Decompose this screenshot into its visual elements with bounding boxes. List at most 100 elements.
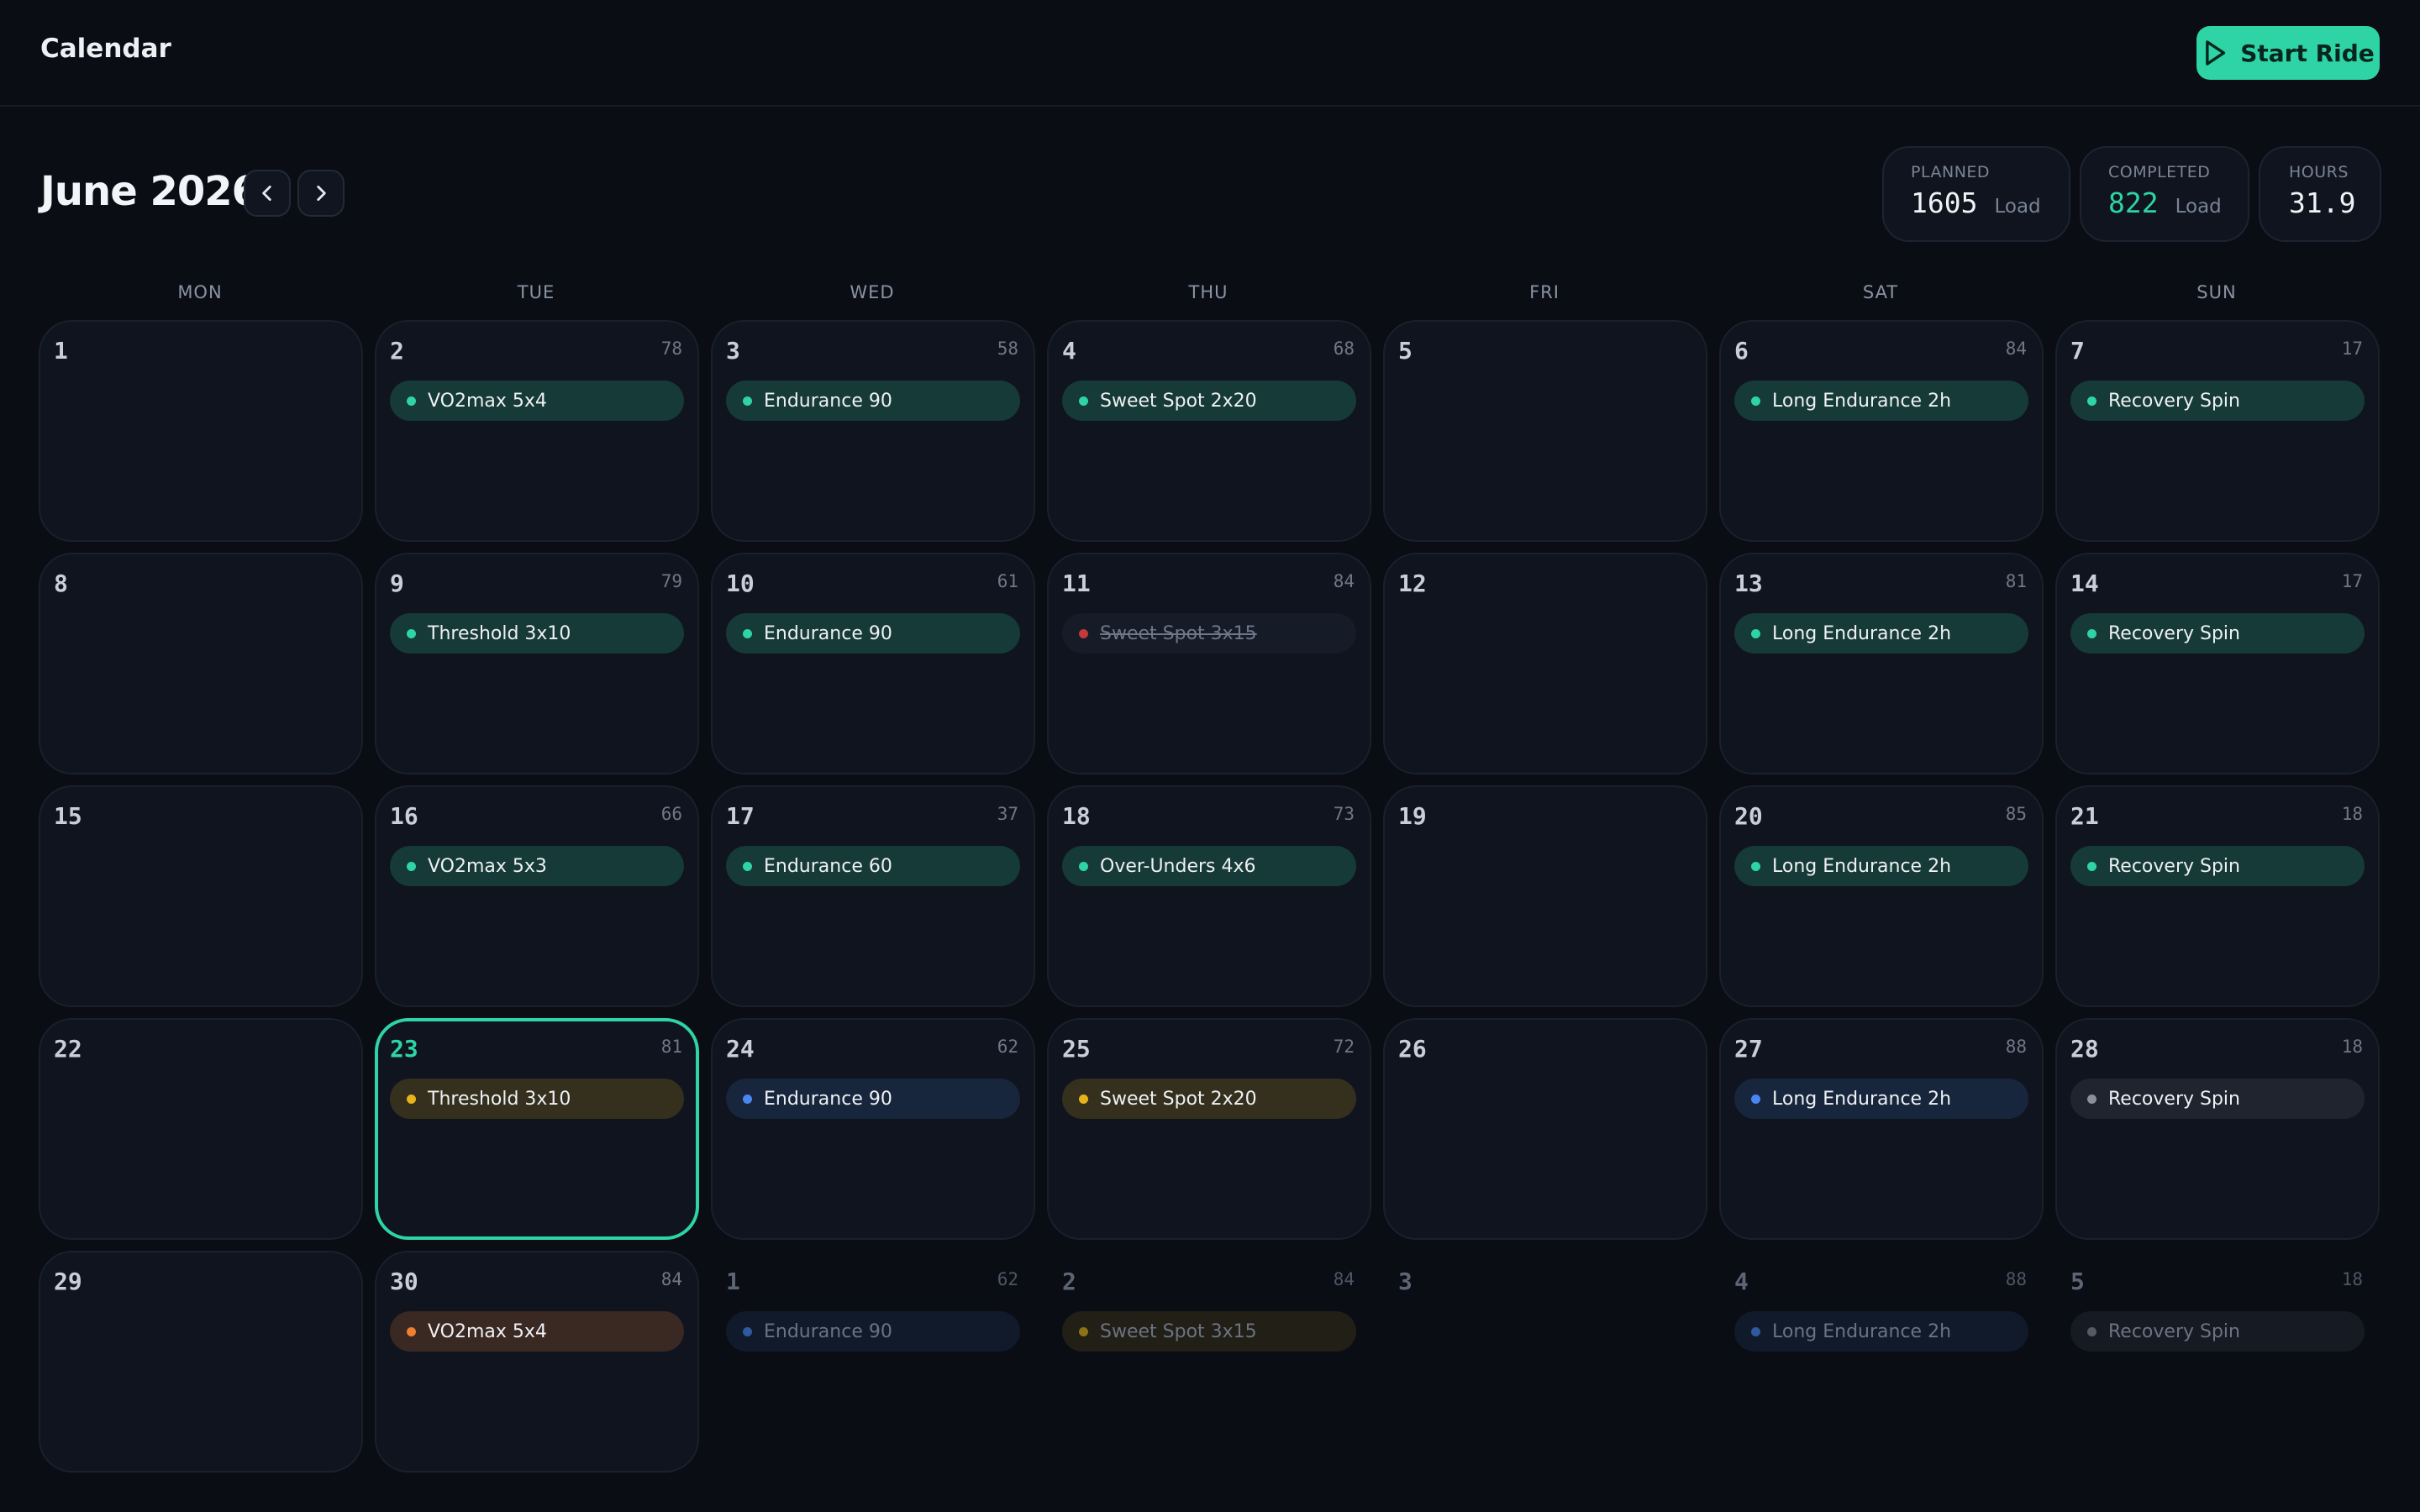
calendar-day-cell[interactable]: 28 18 Recovery Spin (2055, 1018, 2380, 1240)
next-month-button[interactable] (297, 170, 345, 217)
workout-name: Long Endurance 2h (1772, 622, 1952, 644)
calendar-day-cell[interactable]: 17 37 Endurance 60 (711, 785, 1035, 1007)
calendar-day-cell[interactable]: 12 (1383, 553, 1707, 774)
previous-month-button[interactable] (244, 170, 291, 217)
day-load: 78 (660, 339, 682, 359)
calendar-day-cell[interactable]: 29 (39, 1251, 363, 1473)
workout-name: Threshold 3x10 (428, 622, 571, 644)
workout-pill[interactable]: Sweet Spot 2x20 (1062, 1079, 1356, 1119)
calendar-day-cell[interactable]: 20 85 Long Endurance 2h (1719, 785, 2044, 1007)
workout-pill[interactable]: Threshold 3x10 (390, 613, 684, 654)
workout-pill[interactable]: Endurance 90 (726, 381, 1020, 421)
day-number: 14 (2070, 570, 2099, 597)
calendar-day-cell[interactable]: 11 84 Sweet Spot 3x15 (1047, 553, 1371, 774)
calendar-day-cell[interactable]: 16 66 VO2max 5x3 (375, 785, 699, 1007)
workout-pill[interactable]: Recovery Spin (2070, 1079, 2365, 1119)
workout-pill[interactable]: Long Endurance 2h (1734, 1079, 2028, 1119)
workout-pill[interactable]: Long Endurance 2h (1734, 846, 2028, 886)
day-number: 5 (1398, 337, 1413, 365)
day-number: 26 (1398, 1035, 1427, 1063)
start-ride-button[interactable]: Start Ride (2196, 26, 2380, 80)
calendar-day-cell[interactable]: 1 62 Endurance 90 (711, 1251, 1035, 1473)
calendar-day-cell[interactable]: 24 62 Endurance 90 (711, 1018, 1035, 1240)
workout-pill[interactable]: Threshold 3x10 (390, 1079, 684, 1119)
workout-pill[interactable]: VO2max 5x3 (390, 846, 684, 886)
day-number: 25 (1062, 1035, 1091, 1063)
day-number: 30 (390, 1268, 418, 1295)
calendar-day-cell[interactable]: 25 72 Sweet Spot 2x20 (1047, 1018, 1371, 1240)
workout-pill[interactable]: Recovery Spin (2070, 1311, 2365, 1352)
workout-pill[interactable]: Long Endurance 2h (1734, 381, 2028, 421)
app-title: Calendar (40, 34, 171, 64)
calendar-day-cell[interactable]: 19 (1383, 785, 1707, 1007)
calendar-day-cell[interactable]: 2 78 VO2max 5x4 (375, 320, 699, 542)
workout-name: Sweet Spot 3x15 (1100, 622, 1257, 644)
day-load: 62 (997, 1037, 1018, 1057)
workout-pill[interactable]: Endurance 90 (726, 613, 1020, 654)
completed-stat-card: COMPLETED 822 Load (2080, 146, 2249, 242)
calendar-day-cell[interactable]: 4 88 Long Endurance 2h (1719, 1251, 2044, 1473)
calendar-day-cell[interactable]: 30 84 VO2max 5x4 (375, 1251, 699, 1473)
stat-unit: Load (1994, 196, 2041, 218)
calendar-day-cell[interactable]: 22 (39, 1018, 363, 1240)
calendar-day-cell-today[interactable]: 23 81 Threshold 3x10 (375, 1018, 699, 1240)
workout-pill[interactable]: VO2max 5x4 (390, 1311, 684, 1352)
calendar-day-cell[interactable]: 21 18 Recovery Spin (2055, 785, 2380, 1007)
calendar-day-cell[interactable]: 1 (39, 320, 363, 542)
workout-name: Recovery Spin (2108, 1320, 2240, 1342)
calendar-day-cell[interactable]: 3 (1383, 1251, 1707, 1473)
hours-value: 31.9 (2289, 186, 2356, 219)
planned-stat-card: PLANNED 1605 Load (1882, 146, 2070, 242)
day-load: 72 (1333, 1037, 1355, 1057)
calendar-day-cell[interactable]: 26 (1383, 1018, 1707, 1240)
day-load: 61 (997, 571, 1018, 591)
status-dot-icon (743, 628, 752, 638)
workout-name: Long Endurance 2h (1772, 1088, 1952, 1110)
calendar-day-cell[interactable]: 2 84 Sweet Spot 3x15 (1047, 1251, 1371, 1473)
chevron-left-icon (262, 186, 271, 201)
calendar-day-cell[interactable]: 9 79 Threshold 3x10 (375, 553, 699, 774)
calendar-day-cell[interactable]: 10 61 Endurance 90 (711, 553, 1035, 774)
calendar-day-cell[interactable]: 7 17 Recovery Spin (2055, 320, 2380, 542)
status-dot-icon (1751, 1094, 1760, 1104)
day-number: 3 (1398, 1268, 1413, 1295)
calendar-day-cell[interactable]: 27 88 Long Endurance 2h (1719, 1018, 2044, 1240)
workout-pill[interactable]: Long Endurance 2h (1734, 613, 2028, 654)
calendar-day-cell[interactable]: 5 (1383, 320, 1707, 542)
day-number: 22 (54, 1035, 82, 1063)
workout-pill[interactable]: Sweet Spot 3x15 (1062, 613, 1356, 654)
workout-pill[interactable]: Long Endurance 2h (1734, 1311, 2028, 1352)
calendar-day-cell[interactable]: 5 18 Recovery Spin (2055, 1251, 2380, 1473)
calendar-day-cell[interactable]: 13 81 Long Endurance 2h (1719, 553, 2044, 774)
workout-pill[interactable]: Recovery Spin (2070, 381, 2365, 421)
status-dot-icon (407, 628, 416, 638)
calendar-day-cell[interactable]: 15 (39, 785, 363, 1007)
day-load: 17 (2341, 571, 2363, 591)
status-dot-icon (2087, 1094, 2096, 1104)
workout-pill[interactable]: Sweet Spot 3x15 (1062, 1311, 1356, 1352)
day-number: 2 (1062, 1268, 1076, 1295)
workout-name: Endurance 90 (764, 622, 892, 644)
status-dot-icon (1751, 396, 1760, 406)
status-dot-icon (2087, 628, 2096, 638)
calendar-day-cell[interactable]: 4 68 Sweet Spot 2x20 (1047, 320, 1371, 542)
day-number: 24 (726, 1035, 755, 1063)
calendar-day-cell[interactable]: 8 (39, 553, 363, 774)
workout-pill[interactable]: Endurance 60 (726, 846, 1020, 886)
calendar-day-cell[interactable]: 14 17 Recovery Spin (2055, 553, 2380, 774)
workout-pill[interactable]: Endurance 90 (726, 1311, 1020, 1352)
workout-name: Recovery Spin (2108, 390, 2240, 412)
workout-pill[interactable]: Recovery Spin (2070, 613, 2365, 654)
calendar-day-cell[interactable]: 6 84 Long Endurance 2h (1719, 320, 2044, 542)
calendar-day-cell[interactable]: 3 58 Endurance 90 (711, 320, 1035, 542)
workout-pill[interactable]: Recovery Spin (2070, 846, 2365, 886)
workout-pill[interactable]: VO2max 5x4 (390, 381, 684, 421)
workout-pill[interactable]: Over-Unders 4x6 (1062, 846, 1356, 886)
status-dot-icon (407, 396, 416, 406)
workout-pill[interactable]: Endurance 90 (726, 1079, 1020, 1119)
workout-name: Recovery Spin (2108, 855, 2240, 877)
calendar-day-cell[interactable]: 18 73 Over-Unders 4x6 (1047, 785, 1371, 1007)
workout-pill[interactable]: Sweet Spot 2x20 (1062, 381, 1356, 421)
planned-value: 1605 (1911, 186, 1978, 219)
weekday-label: FRI (1529, 282, 1560, 302)
